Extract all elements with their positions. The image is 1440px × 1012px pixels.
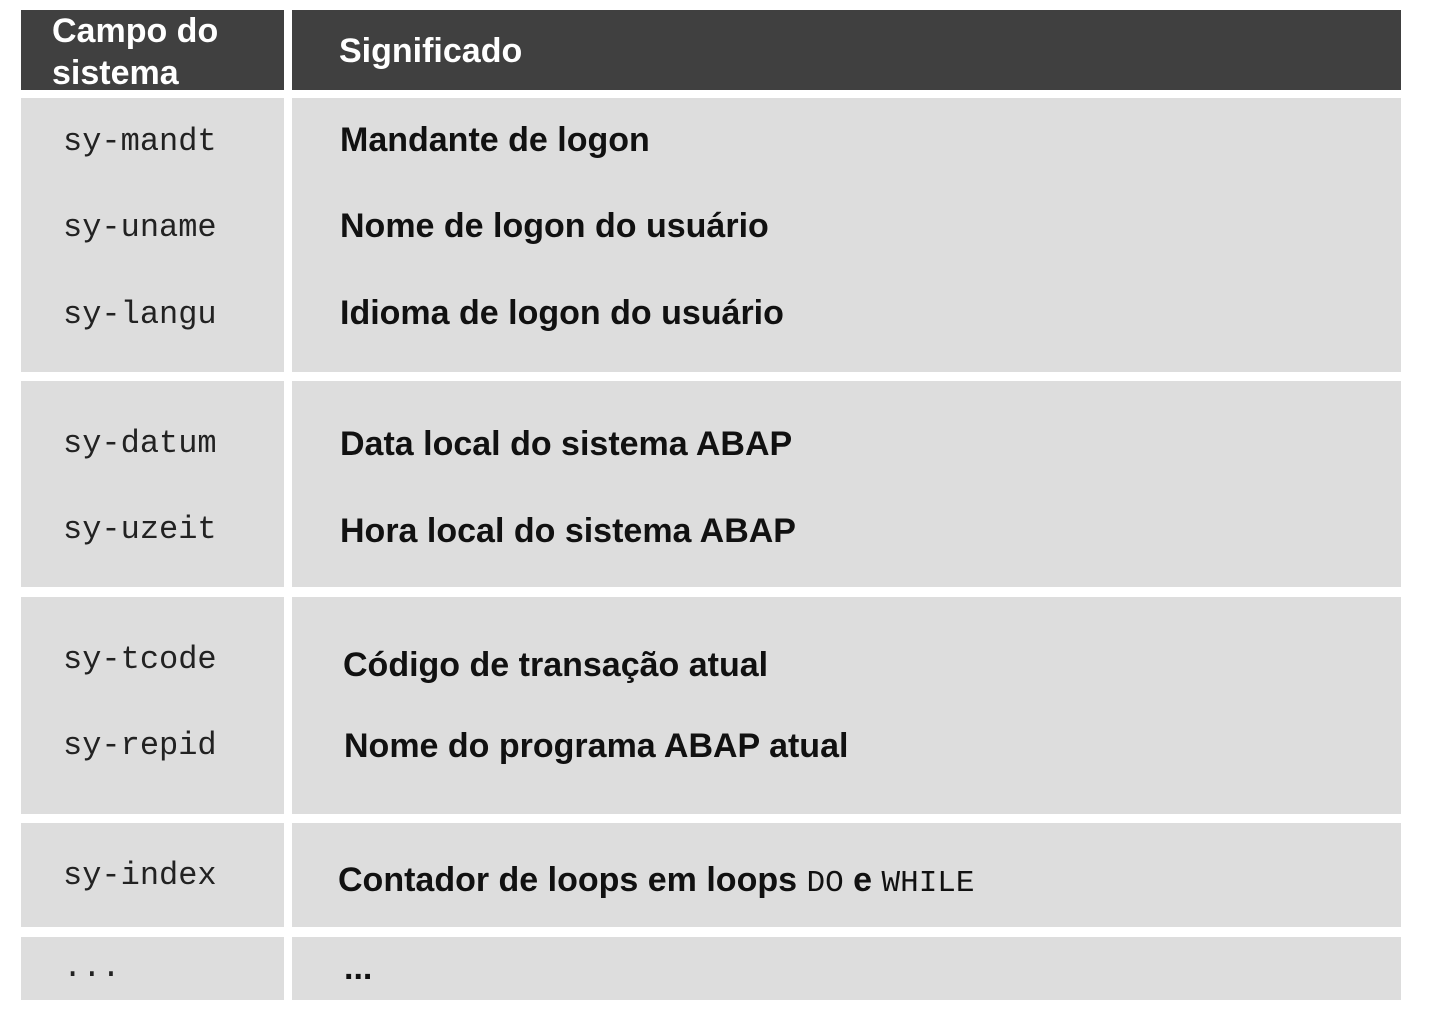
group-2-fields: sy-datum sy-uzeit	[21, 381, 284, 587]
field-meaning: Nome de logon do usuário	[340, 207, 769, 245]
header-field-line1: Campo do	[52, 12, 219, 50]
field-meaning: Idioma de logon do usuário	[340, 294, 784, 332]
field-name: sy-uzeit	[63, 511, 217, 548]
field-name-ellipsis: ...	[63, 949, 121, 986]
group-1-fields: sy-mandt sy-uname sy-langu	[21, 98, 284, 372]
field-name: sy-langu	[63, 296, 217, 333]
meaning-text: e	[843, 861, 882, 899]
field-name: sy-tcode	[63, 641, 217, 678]
group-3-meanings: Código de transação atual Nome do progra…	[292, 597, 1401, 814]
field-meaning: Nome do programa ABAP atual	[344, 727, 849, 765]
meaning-text: Contador de loops em loops	[338, 861, 807, 899]
group-5-meanings: ...	[292, 937, 1401, 1000]
group-5-fields: ...	[21, 937, 284, 1000]
field-name: sy-repid	[63, 727, 217, 764]
header-meaning-column: Significado	[292, 10, 1401, 90]
keyword-while: WHILE	[881, 866, 975, 901]
field-meaning-ellipsis: ...	[344, 949, 373, 987]
header-field-column: Campo do sistema	[21, 10, 284, 92]
field-meaning: Hora local do sistema ABAP	[340, 512, 796, 550]
field-name: sy-uname	[63, 209, 217, 246]
group-4-fields: sy-index	[21, 823, 284, 927]
field-meaning: Código de transação atual	[343, 646, 769, 684]
field-name: sy-mandt	[63, 123, 217, 160]
field-name: sy-datum	[63, 425, 217, 462]
header-meaning-label: Significado	[339, 32, 523, 70]
group-3-fields: sy-tcode sy-repid	[21, 597, 284, 814]
field-meaning: Mandante de logon	[340, 121, 650, 159]
group-2-meanings: Data local do sistema ABAP Hora local do…	[292, 381, 1401, 587]
group-4-meanings: Contador de loops em loops DO e WHILE	[292, 823, 1401, 927]
group-1-meanings: Mandante de logon Nome de logon do usuár…	[292, 98, 1401, 372]
keyword-do: DO	[806, 866, 844, 901]
header-field-line2: sistema	[52, 54, 179, 92]
field-name: sy-index	[63, 857, 217, 894]
field-meaning: Contador de loops em loops DO e WHILE	[338, 861, 975, 901]
field-meaning: Data local do sistema ABAP	[340, 425, 793, 463]
